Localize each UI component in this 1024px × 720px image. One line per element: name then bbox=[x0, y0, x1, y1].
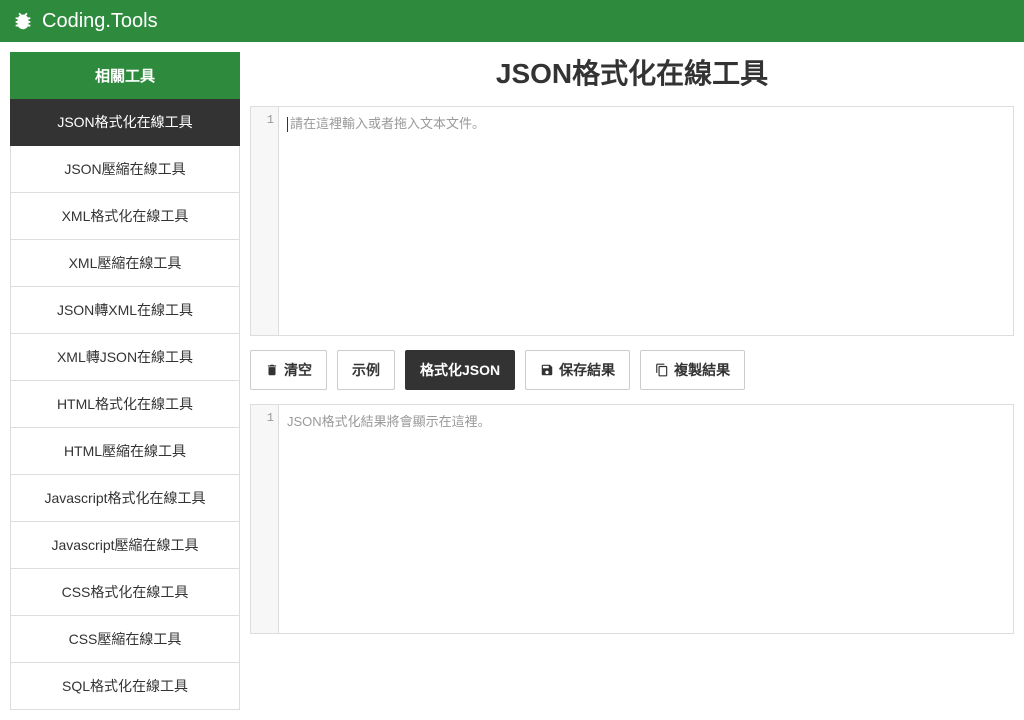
input-placeholder: 請在這裡輸入或者拖入文本文件。 bbox=[290, 116, 485, 131]
clear-label: 清空 bbox=[284, 360, 312, 380]
sidebar-item-11[interactable]: CSS壓縮在線工具 bbox=[10, 616, 240, 663]
sidebar-item-9[interactable]: Javascript壓縮在線工具 bbox=[10, 522, 240, 569]
main-content: JSON格式化在線工具 1 請在這裡輸入或者拖入文本文件。 清空 示例 格式化J… bbox=[250, 52, 1014, 710]
example-label: 示例 bbox=[352, 360, 380, 380]
cursor bbox=[287, 117, 288, 132]
sidebar-item-6[interactable]: HTML格式化在線工具 bbox=[10, 381, 240, 428]
output-editor[interactable]: 1 JSON格式化結果將會顯示在這裡。 bbox=[250, 404, 1014, 634]
bug-icon bbox=[12, 10, 34, 32]
save-icon bbox=[540, 363, 554, 377]
save-label: 保存結果 bbox=[559, 360, 615, 380]
input-editor[interactable]: 1 請在這裡輸入或者拖入文本文件。 bbox=[250, 106, 1014, 336]
sidebar-item-1[interactable]: JSON壓縮在線工具 bbox=[10, 146, 240, 193]
brand-logo[interactable]: Coding.Tools bbox=[12, 10, 158, 33]
sidebar-item-10[interactable]: CSS格式化在線工具 bbox=[10, 569, 240, 616]
sidebar-item-7[interactable]: HTML壓縮在線工具 bbox=[10, 428, 240, 475]
main-container: 相關工具 JSON格式化在線工具JSON壓縮在線工具XML格式化在線工具XML壓… bbox=[0, 42, 1024, 720]
save-button[interactable]: 保存結果 bbox=[525, 350, 630, 390]
sidebar-item-5[interactable]: XML轉JSON在線工具 bbox=[10, 334, 240, 381]
trash-icon bbox=[265, 363, 279, 377]
output-content: JSON格式化結果將會顯示在這裡。 bbox=[279, 405, 1013, 633]
format-label: 格式化JSON bbox=[420, 360, 500, 380]
brand-name: Coding.Tools bbox=[42, 10, 158, 33]
toolbar: 清空 示例 格式化JSON 保存結果 複製結果 bbox=[250, 350, 1014, 390]
input-content[interactable]: 請在這裡輸入或者拖入文本文件。 bbox=[279, 107, 1013, 335]
sidebar-item-12[interactable]: SQL格式化在線工具 bbox=[10, 663, 240, 710]
sidebar-item-4[interactable]: JSON轉XML在線工具 bbox=[10, 287, 240, 334]
line-number: 1 bbox=[251, 113, 274, 127]
line-number: 1 bbox=[251, 411, 274, 425]
sidebar-item-8[interactable]: Javascript格式化在線工具 bbox=[10, 475, 240, 522]
output-placeholder: JSON格式化結果將會顯示在這裡。 bbox=[287, 414, 491, 429]
input-gutter: 1 bbox=[251, 107, 279, 335]
sidebar-title: 相關工具 bbox=[10, 52, 240, 99]
sidebar-item-0[interactable]: JSON格式化在線工具 bbox=[10, 99, 240, 146]
copy-label: 複製結果 bbox=[674, 360, 730, 380]
format-button[interactable]: 格式化JSON bbox=[405, 350, 515, 390]
sidebar-item-2[interactable]: XML格式化在線工具 bbox=[10, 193, 240, 240]
clear-button[interactable]: 清空 bbox=[250, 350, 327, 390]
example-button[interactable]: 示例 bbox=[337, 350, 395, 390]
copy-icon bbox=[655, 363, 669, 377]
output-gutter: 1 bbox=[251, 405, 279, 633]
app-header: Coding.Tools bbox=[0, 0, 1024, 42]
page-title: JSON格式化在線工具 bbox=[250, 52, 1014, 92]
sidebar-item-3[interactable]: XML壓縮在線工具 bbox=[10, 240, 240, 287]
sidebar: 相關工具 JSON格式化在線工具JSON壓縮在線工具XML格式化在線工具XML壓… bbox=[10, 52, 240, 710]
copy-button[interactable]: 複製結果 bbox=[640, 350, 745, 390]
